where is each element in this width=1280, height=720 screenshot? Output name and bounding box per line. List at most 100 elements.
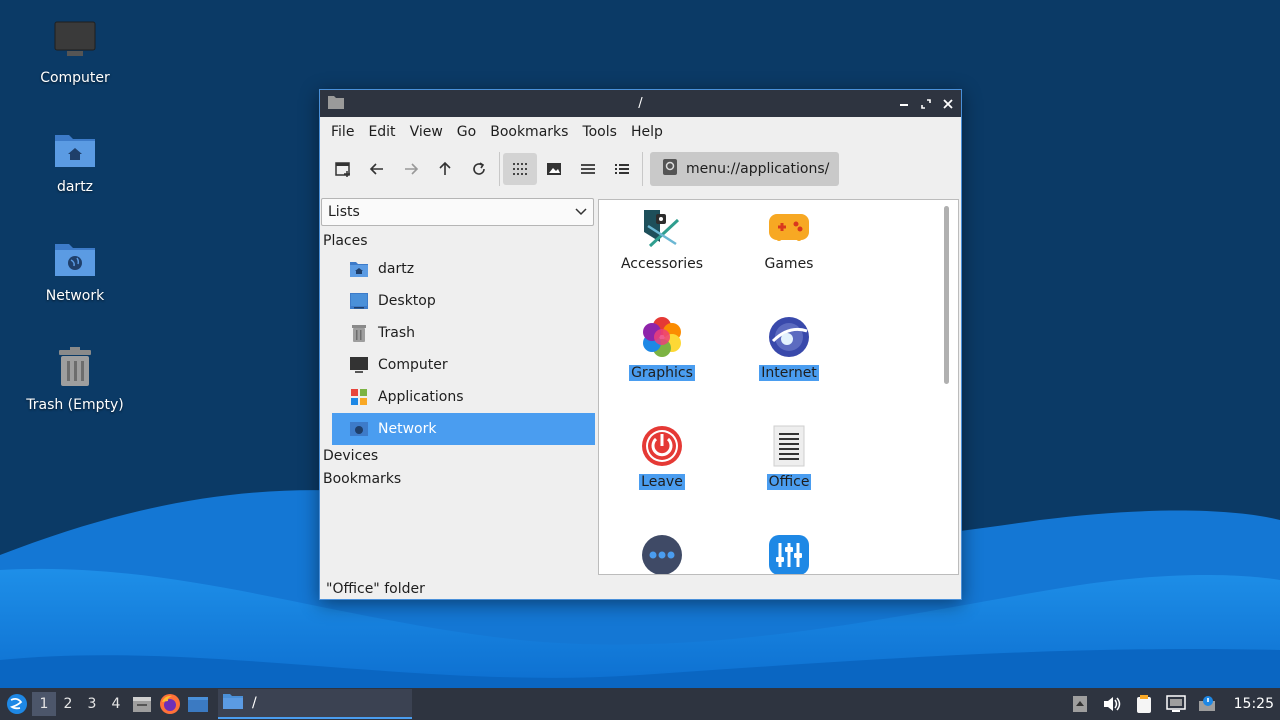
file-manager-window: / File Edit View Go Bookmarks Tools Help: [319, 89, 962, 600]
computer-icon: [53, 18, 97, 62]
power-icon: [640, 424, 684, 468]
arrow-right-icon: [405, 163, 419, 175]
place-item-computer[interactable]: Computer: [332, 349, 595, 381]
menu-bookmarks[interactable]: Bookmarks: [483, 117, 575, 147]
up-button[interactable]: [428, 153, 462, 185]
more-icon: [640, 533, 684, 574]
icon-view-icon: [513, 163, 527, 175]
place-item-home[interactable]: dartz: [332, 253, 595, 285]
menu-file[interactable]: File: [324, 117, 361, 147]
forward-button[interactable]: [394, 153, 428, 185]
back-button[interactable]: [360, 153, 394, 185]
desktop-icon-network[interactable]: Network: [15, 236, 135, 304]
graphics-icon: [640, 315, 684, 359]
menu-edit[interactable]: Edit: [361, 117, 402, 147]
volume-button[interactable]: [1100, 692, 1124, 716]
devices-header[interactable]: Devices: [320, 445, 596, 468]
toolbar-separator: [642, 152, 643, 186]
folder-icon: [222, 692, 244, 714]
minimize-button[interactable]: [895, 95, 913, 113]
show-desktop-launcher[interactable]: [128, 690, 156, 718]
volume-icon: [1103, 697, 1120, 711]
taskbar-window-button[interactable]: /: [218, 689, 412, 719]
network-icon: [349, 419, 369, 439]
workspace-4[interactable]: 4: [104, 692, 128, 716]
workspace-1[interactable]: 1: [32, 692, 56, 716]
applications-icon: [349, 387, 369, 407]
place-item-trash[interactable]: Trash: [332, 317, 595, 349]
app-label: Leave: [639, 474, 685, 490]
app-label: Games: [764, 256, 814, 272]
side-pane: Lists Places dartz Desktop Trash Compute…: [320, 194, 596, 574]
reload-icon: [473, 162, 485, 175]
clipboard-icon: [1136, 695, 1151, 713]
chevron-down-icon: [575, 204, 587, 220]
folder-icon-view[interactable]: Accessories Games Graphics Internet Leav…: [598, 199, 959, 575]
minimize-icon: [900, 103, 908, 106]
update-notifier-button[interactable]: [1196, 692, 1220, 716]
place-label: Computer: [378, 357, 448, 373]
side-pane-mode-value: Lists: [328, 204, 360, 220]
menu-go[interactable]: Go: [450, 117, 483, 147]
app-item-office[interactable]: Office: [734, 424, 844, 490]
menu-view[interactable]: View: [403, 117, 450, 147]
desktop-icon-computer[interactable]: Computer: [15, 18, 135, 86]
app-item-accessories[interactable]: Accessories: [607, 206, 717, 272]
settings-icon: [767, 533, 811, 574]
show-desktop-icon: [133, 697, 151, 712]
icon-view-button[interactable]: [503, 153, 537, 185]
bookmarks-header[interactable]: Bookmarks: [320, 468, 596, 491]
place-item-network[interactable]: Network: [332, 413, 595, 445]
desktop-icon: [349, 291, 369, 311]
vertical-scrollbar[interactable]: [944, 206, 949, 384]
app-item-leave[interactable]: Leave: [607, 424, 717, 490]
desktop-icon-trash[interactable]: Trash (Empty): [15, 345, 135, 413]
place-label: Desktop: [378, 293, 436, 309]
new-tab-icon: [335, 162, 350, 177]
app-item-games[interactable]: Games: [734, 206, 844, 272]
reload-button[interactable]: [462, 153, 496, 185]
thumbnail-view-button[interactable]: [537, 153, 571, 185]
menu-help[interactable]: Help: [624, 117, 670, 147]
app-item-settings[interactable]: [734, 533, 844, 574]
window-titlebar[interactable]: /: [320, 90, 961, 117]
maximize-button[interactable]: [917, 95, 935, 113]
compact-view-button[interactable]: [571, 153, 605, 185]
window-title: /: [638, 96, 643, 111]
folder-icon: [328, 95, 344, 113]
workspace-2[interactable]: 2: [56, 692, 80, 716]
place-item-desktop[interactable]: Desktop: [332, 285, 595, 317]
folder-icon: [188, 697, 208, 712]
update-icon: [1198, 696, 1215, 711]
new-tab-button[interactable]: [326, 153, 360, 185]
clipboard-button[interactable]: [1132, 692, 1156, 716]
maximize-icon: [921, 98, 931, 109]
detailed-view-button[interactable]: [605, 153, 639, 185]
clock[interactable]: 15:25: [1234, 696, 1274, 712]
start-menu-button[interactable]: [2, 690, 32, 718]
places-header[interactable]: Places: [320, 230, 596, 253]
games-icon: [767, 206, 811, 250]
place-item-applications[interactable]: Applications: [332, 381, 595, 413]
app-label: Accessories: [620, 256, 704, 272]
location-bar[interactable]: menu://applications/: [650, 152, 840, 186]
workspace-3[interactable]: 3: [80, 692, 104, 716]
desktop-icon-label: Network: [45, 288, 105, 304]
close-button[interactable]: [939, 95, 957, 113]
app-item-internet[interactable]: Internet: [734, 315, 844, 381]
firefox-launcher[interactable]: [156, 690, 184, 718]
firefox-icon: [160, 694, 180, 714]
file-manager-launcher[interactable]: [184, 690, 212, 718]
toolbar-separator: [499, 152, 500, 186]
network-status-button[interactable]: [1164, 692, 1188, 716]
side-pane-mode-select[interactable]: Lists: [321, 198, 594, 226]
desktop-icon-home[interactable]: dartz: [15, 127, 135, 195]
image-icon: [547, 163, 561, 175]
menu-tools[interactable]: Tools: [575, 117, 624, 147]
app-label: Office: [766, 474, 812, 490]
app-item-graphics[interactable]: Graphics: [607, 315, 717, 381]
tray-arrow-button[interactable]: [1068, 692, 1092, 716]
trash-icon: [349, 323, 369, 343]
app-item-more[interactable]: [607, 533, 717, 574]
app-label: Graphics: [629, 365, 695, 381]
